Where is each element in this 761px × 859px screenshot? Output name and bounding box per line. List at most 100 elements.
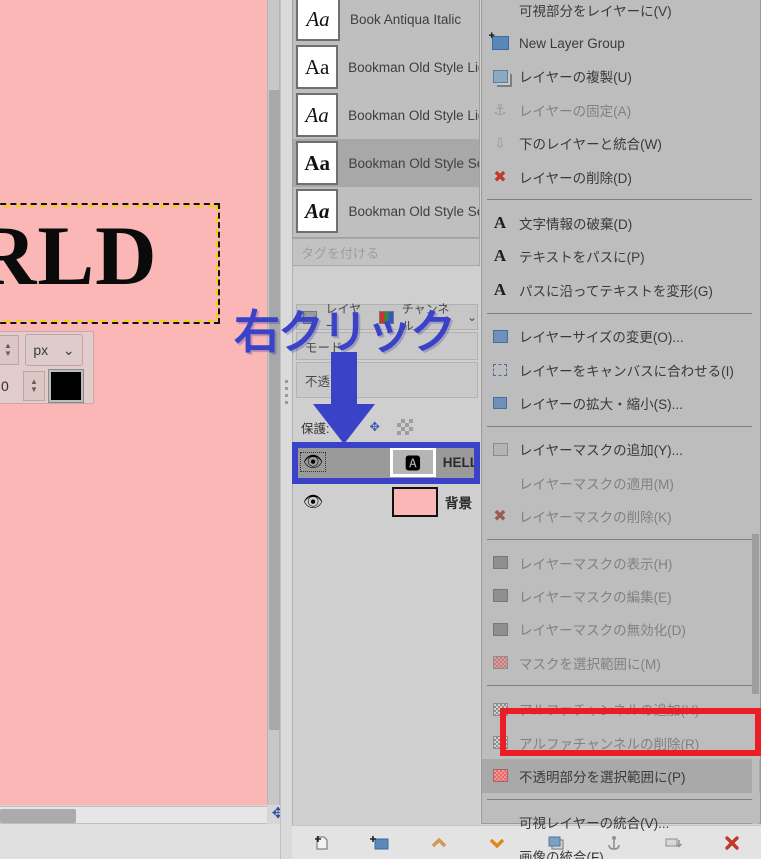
menu-item-flatten-image[interactable]: 画像の統合(F) [482, 839, 760, 859]
menu-item-layer-boundary-size[interactable]: レイヤーサイズの変更(O)... [482, 320, 760, 353]
menu-item-merge-down[interactable]: ⇩ 下のレイヤーと統合(W) [482, 127, 760, 160]
font-list-item-selected[interactable]: Aa Bookman Old Style Se [293, 139, 479, 187]
text-to-path-icon: A [493, 246, 507, 266]
edit-mask-icon [489, 586, 511, 606]
no-icon [489, 0, 511, 20]
font-preview-icon: Aa [296, 0, 340, 41]
canvas-hscroll-thumb[interactable] [0, 809, 76, 823]
alpha-to-selection-icon [489, 766, 511, 786]
menu-item-label: レイヤーサイズの変更(O)... [519, 330, 684, 346]
font-list-panel[interactable]: Aa Book Antiqua Italic Aa Bookman Old St… [292, 0, 480, 238]
menu-separator [487, 538, 752, 540]
menu-item-label: New Layer Group [519, 35, 625, 51]
text-discard-icon: A [493, 213, 507, 233]
unit-dropdown[interactable]: px ⌄ [25, 334, 83, 366]
dock-menu-icon[interactable]: ⌄ [467, 310, 477, 324]
layer-context-menu[interactable]: 可視部分をレイヤーに(V) New Layer Group レイヤーの複製(U)… [481, 0, 761, 859]
canvas-statusbar-filler [0, 824, 280, 859]
alpha-lock-icon[interactable] [397, 419, 414, 435]
menu-item-merge-visible-layers[interactable]: 可視レイヤーの統合(V)... [482, 806, 760, 839]
menu-item-text-along-path[interactable]: A パスに沿ってテキストを変形(G) [482, 273, 760, 306]
menu-item-label: レイヤーをキャンバスに合わせる(I) [519, 363, 734, 379]
menu-separator [487, 199, 752, 201]
menu-item-label: 可視部分をレイヤーに(V) [519, 3, 672, 19]
tool-options-widget[interactable]: ▲ ▼ px ⌄ 0 ▲ ▼ [0, 331, 94, 404]
layer-row-background[interactable]: 👁 背景 [296, 482, 478, 522]
menu-item-disable-layer-mask: レイヤーマスクの無効化(D) [482, 613, 760, 646]
show-mask-icon [489, 553, 511, 573]
menu-item-label: レイヤーマスクの追加(Y)... [519, 443, 683, 459]
menu-item-duplicate-layer[interactable]: レイヤーの複製(U) [482, 60, 760, 93]
font-name: Bookman Old Style Lig [348, 107, 479, 123]
delete-layer-icon: ✖ [493, 168, 507, 186]
image-canvas[interactable]: RLD ▲ ▼ px ⌄ 0 ▲ ▼ [0, 0, 267, 805]
context-menu-scroll-thumb[interactable] [752, 534, 759, 694]
splitter-grip-icon [285, 380, 288, 410]
menu-separator [487, 798, 752, 800]
context-menu-scrollbar[interactable] [752, 0, 759, 824]
menu-item-show-layer-mask: レイヤーマスクの表示(H) [482, 546, 760, 579]
menu-item-mask-to-selection: マスクを選択範囲に(M) [482, 646, 760, 679]
font-tag-input[interactable]: タグを付ける [292, 238, 480, 266]
font-list-item[interactable]: Aa Bookman Old Style Lig [293, 91, 479, 139]
menu-item-new-layer-group[interactable]: New Layer Group [482, 26, 760, 59]
unit-value: px [33, 342, 49, 358]
menu-item-delete-layer-mask: ✖ レイヤーマスクの削除(K) [482, 499, 760, 532]
menu-item-label: レイヤーの固定(A) [519, 103, 632, 119]
layer-visibility-icon[interactable]: 👁 [300, 492, 326, 512]
delete-mask-icon: ✖ [493, 508, 507, 526]
font-name: Book Antiqua Italic [350, 11, 462, 27]
annotation-red-highlight-menu-item [500, 708, 761, 756]
canvas-vscroll-thumb[interactable] [269, 90, 280, 730]
font-preview-icon: Aa [296, 141, 339, 185]
font-list-item[interactable]: Aa Book Antiqua Italic [293, 0, 479, 43]
menu-item-edit-layer-mask: レイヤーマスクの編集(E) [482, 579, 760, 612]
menu-item-alpha-to-selection[interactable]: 不透明部分を選択範囲に(P) [482, 759, 760, 793]
font-list-item[interactable]: Aa Bookman Old Style Lig [293, 43, 479, 91]
canvas-text: RLD [0, 209, 158, 303]
menu-item-label: 不透明部分を選択範囲に(P) [519, 769, 686, 785]
menu-item-text-to-path[interactable]: A テキストをパスに(P) [482, 240, 760, 273]
font-name: Bookman Old Style Lig [348, 59, 479, 75]
menu-item-layer-to-image-size[interactable]: レイヤーをキャンバスに合わせる(I) [482, 353, 760, 386]
annotation-down-arrow-icon [313, 352, 375, 444]
menu-item-label: レイヤーマスクの編集(E) [519, 589, 672, 605]
menu-item-label: レイヤーの削除(D) [519, 170, 632, 186]
menu-item-label: レイヤーの複製(U) [519, 70, 632, 86]
layer-to-image-size-icon [489, 360, 511, 380]
size-stepper[interactable]: ▲ ▼ [0, 335, 19, 365]
font-tag-placeholder: タグを付ける [301, 245, 380, 261]
no-icon [489, 473, 511, 493]
menu-item-label: 可視レイヤーの統合(V)... [519, 816, 670, 832]
numeric-stepper[interactable]: ▲ ▼ [23, 371, 45, 401]
raise-layer-icon[interactable] [409, 826, 468, 859]
menu-item-visible-to-layer[interactable]: 可視部分をレイヤーに(V) [482, 0, 760, 26]
canvas-horizontal-scrollbar[interactable] [0, 806, 267, 824]
menu-separator [487, 312, 752, 314]
anchor-layer-icon: ⚓ [493, 101, 507, 119]
new-layer-group-icon[interactable] [351, 826, 410, 859]
no-icon [489, 812, 511, 832]
disable-mask-icon [489, 619, 511, 639]
dock-splitter[interactable] [280, 0, 292, 859]
menu-item-label: レイヤーマスクの表示(H) [519, 556, 673, 572]
menu-item-discard-text-info[interactable]: A 文字情報の破棄(D) [482, 206, 760, 239]
menu-item-label: レイヤーの拡大・縮小(S)... [519, 396, 683, 412]
new-layer-icon[interactable] [292, 826, 351, 859]
canvas-vertical-scrollbar[interactable] [267, 0, 280, 805]
font-preview-icon: Aa [296, 93, 339, 137]
menu-item-add-layer-mask[interactable]: レイヤーマスクの追加(Y)... [482, 433, 760, 466]
menu-item-scale-layer[interactable]: レイヤーの拡大・縮小(S)... [482, 386, 760, 419]
layer-thumbnail-background [392, 487, 438, 517]
menu-item-label: テキストをパスに(P) [519, 250, 645, 266]
menu-item-label: パスに沿ってテキストを変形(G) [519, 283, 713, 299]
menu-item-label: マスクを選択範囲に(M) [519, 656, 661, 672]
color-swatch[interactable] [48, 369, 84, 403]
menu-item-apply-layer-mask: レイヤーマスクの適用(M) [482, 466, 760, 499]
menu-item-delete-layer[interactable]: ✖ レイヤーの削除(D) [482, 160, 760, 193]
font-list-item[interactable]: Aa Bookman Old Style Se [293, 187, 479, 235]
scale-layer-icon [489, 393, 511, 413]
layer-boundary-size-icon [489, 326, 511, 346]
annotation-blue-highlight-layer-row [292, 442, 480, 484]
add-layer-mask-icon [489, 439, 511, 459]
